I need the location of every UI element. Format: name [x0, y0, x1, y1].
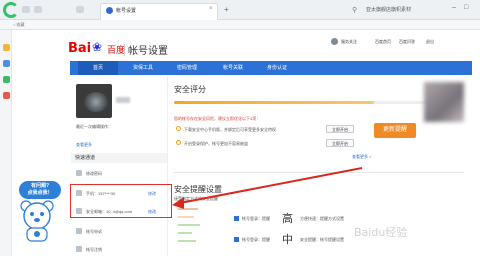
quick-item-appeal[interactable]: 帐号申诉: [86, 229, 102, 235]
sidebar-game-icon[interactable]: [3, 76, 10, 83]
baidu-logo-cn[interactable]: 百度: [107, 43, 125, 56]
search-input[interactable]: 亚太旗舰店旗帜素材: [366, 5, 446, 16]
address-bar[interactable]: ⌂ 收藏: [0, 20, 480, 30]
browser-tab-bar: 帐号设置 × + ⚲ 亚太旗舰店旗帜素材 – □: [0, 0, 480, 20]
login-reminder-checkbox[interactable]: [234, 216, 239, 221]
level-mid-label: 中: [282, 233, 293, 246]
bear-mascot-icon[interactable]: [18, 200, 56, 242]
baidu-paw-icon: ❀: [92, 40, 103, 54]
section-divider: [174, 172, 464, 173]
help-line-2: 点我点我！: [27, 190, 53, 196]
browser-logo-icon[interactable]: [3, 2, 19, 18]
search-icon[interactable]: ⚲: [352, 6, 357, 14]
login-reminder-checkbox-2[interactable]: [234, 237, 239, 242]
page-title: 帐号设置: [128, 46, 168, 57]
avatar[interactable]: [76, 84, 112, 118]
level-bar: [178, 208, 198, 210]
right-option-text-2: 安全提醒：帐号提醒设置: [300, 237, 344, 242]
baidu-logo-text[interactable]: Bai: [68, 41, 91, 56]
option-label-1: 帐号登录：提醒: [242, 216, 270, 221]
quick-item-phone: 手机：157****30: [86, 191, 116, 196]
logo-divider: [124, 44, 125, 56]
nav-home[interactable]: 首页: [78, 61, 118, 75]
mail-icon: [76, 208, 82, 214]
nav-link-account[interactable]: 帐号关联: [212, 61, 254, 75]
update-reminder-button[interactable]: 更新提醒: [374, 123, 416, 138]
help-bubble-text: 有问题? 点我点我！: [22, 183, 58, 197]
appeal-icon: [76, 228, 82, 234]
edit-phone-link[interactable]: 修改: [148, 191, 156, 197]
security-reminder-title: 安全提醒设置: [174, 185, 222, 194]
tab-favicon-icon[interactable]: [76, 6, 84, 13]
score-bar-fill: [174, 101, 374, 104]
baidu-favicon-icon: [106, 7, 113, 14]
blurred-banner: [424, 82, 464, 122]
see-more-link[interactable]: 查看更多 >: [352, 154, 371, 160]
forward-icon[interactable]: [34, 6, 42, 13]
risk-warning-text: 您的帐号存在安全风险，建议立即优化以下3项：: [174, 116, 261, 121]
option-label-2: 帐号登录：提醒: [242, 237, 270, 242]
right-option-text-1: 方便快速：提醒方式设置: [300, 216, 344, 221]
warning-icon: [176, 126, 181, 131]
main-nav: 首页 资保工具 密码管理 帐号关联 身份认证: [70, 61, 472, 75]
new-tab-button[interactable]: +: [224, 5, 229, 14]
maximize-icon[interactable]: □: [464, 4, 468, 11]
quick-item-password[interactable]: 修改密码: [86, 171, 102, 177]
quick-access-title: 快速通道: [71, 153, 167, 163]
level-bar: [178, 224, 200, 226]
level-bar: [178, 216, 194, 218]
back-icon[interactable]: [22, 6, 30, 13]
sidebar-star-icon[interactable]: [3, 44, 10, 51]
nav-password[interactable]: 密码管理: [166, 61, 208, 75]
avatar-photo: [84, 92, 108, 112]
sidebar-weibo-icon[interactable]: [3, 92, 10, 99]
delete-icon: [76, 246, 82, 252]
reminder-subtitle: 接受指定方式的安全提醒: [174, 196, 218, 201]
enable-button-2[interactable]: 立即开启: [326, 139, 354, 147]
help-line-1: 有问题?: [30, 183, 50, 189]
level-bar: [178, 232, 192, 234]
nav-identity[interactable]: 身份认证: [256, 61, 298, 75]
recent-action-label: 最近一次编辑操作：: [76, 124, 112, 129]
sidebar-chat-icon[interactable]: [3, 60, 10, 67]
nav-tools[interactable]: 资保工具: [122, 61, 164, 75]
tab-title: 帐号设置: [116, 8, 137, 14]
quick-item-email: 安全邮箱：10..4@qq.com: [86, 209, 133, 214]
warn-line-2: 开启登录保护，帐号更加不容易被盗: [184, 141, 248, 146]
user-avatar-small[interactable]: [331, 38, 338, 45]
edit-email-link[interactable]: 修改: [148, 209, 156, 215]
bookmark-label: ⌂ 收藏: [13, 22, 25, 27]
security-score-title: 安全评分: [174, 85, 206, 94]
level-bar: [178, 240, 196, 242]
top-link-logout[interactable]: 退出: [426, 39, 434, 45]
top-link-home[interactable]: 百度首页: [375, 39, 391, 45]
browser-sidebar: [0, 30, 12, 256]
minimize-icon[interactable]: –: [452, 4, 456, 11]
watermark: Baidu经验: [354, 226, 408, 239]
see-more-link[interactable]: 查看更多: [76, 142, 92, 148]
top-link-follow[interactable]: 服务关注: [341, 39, 357, 45]
warn-line-1: 下载安全中心手机版，并绑定后可享受更多安全特权: [184, 127, 276, 132]
username-blurred: [116, 97, 130, 103]
top-link-qa[interactable]: 百度问答: [399, 39, 415, 45]
phone-icon: [76, 190, 82, 196]
quick-item-cancel[interactable]: 帐号注销: [86, 247, 102, 253]
enable-button-1[interactable]: 立即开启: [326, 125, 354, 133]
tab-close-icon[interactable]: ×: [209, 6, 213, 12]
level-high-label: 高: [282, 212, 293, 225]
lock-icon: [76, 170, 82, 176]
warning-icon: [176, 140, 181, 145]
